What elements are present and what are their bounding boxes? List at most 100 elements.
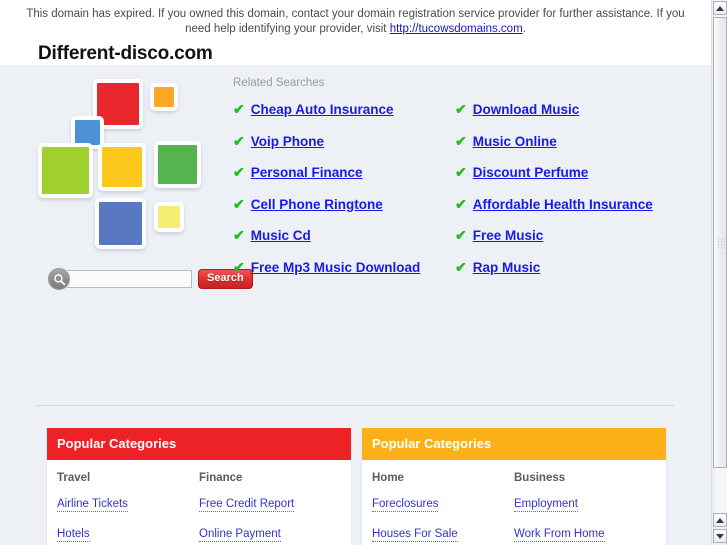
- main-content-area: Search Related Searches ✔ Cheap Auto Insu…: [0, 65, 711, 545]
- related-searches-heading: Related Searches: [233, 77, 325, 89]
- check-icon: ✔: [233, 258, 245, 275]
- logo-tile: [38, 143, 93, 198]
- category-link-row: Foreclosures: [372, 494, 514, 524]
- logo-tile: [95, 198, 146, 249]
- category-column: TravelAirline TicketsHotelsCar RentalFli…: [57, 472, 199, 545]
- category-link[interactable]: Houses For Sale: [372, 528, 458, 542]
- related-search-item: ✔ Music Cd: [233, 228, 455, 243]
- category-link[interactable]: Employment: [514, 498, 578, 512]
- category-link-row: Houses For Sale: [372, 524, 514, 545]
- panel-heading: Popular Categories: [47, 428, 351, 460]
- category-column: BusinessEmploymentWork From HomeReorder …: [514, 472, 656, 545]
- scroll-up-button-bottom[interactable]: [713, 513, 727, 527]
- related-search-link[interactable]: Music Cd: [251, 228, 311, 243]
- logo-tile: [154, 141, 201, 188]
- related-search-link[interactable]: Personal Finance: [251, 165, 363, 180]
- related-search-item: ✔ Free Mp3 Music Download: [233, 260, 455, 275]
- check-icon: ✔: [233, 164, 245, 180]
- search-form: Search: [48, 268, 253, 290]
- category-link-row: Work From Home: [514, 524, 656, 545]
- related-search-link[interactable]: Affordable Health Insurance: [473, 197, 653, 212]
- logo-tile: [150, 83, 178, 111]
- section-divider: [37, 405, 674, 406]
- triangle-up-icon: [716, 5, 724, 11]
- related-search-link[interactable]: Free Mp3 Music Download: [251, 260, 421, 275]
- expiry-notice-band: This domain has expired. If you owned th…: [0, 0, 711, 65]
- related-search-link[interactable]: Free Music: [473, 228, 544, 243]
- category-link-row: Airline Tickets: [57, 494, 199, 524]
- related-search-item: ✔ Discount Perfume: [455, 165, 685, 180]
- popular-categories-panels: Popular Categories Travel Airline Tickets H…: [47, 428, 666, 545]
- related-searches-column: ✔ Cheap Auto Insurance ✔ Voip Phone ✔ Persona…: [233, 102, 455, 291]
- panel-heading: Popular Categories: [362, 428, 666, 460]
- related-search-link[interactable]: Discount Perfume: [473, 165, 589, 180]
- category-link-row: Hotels: [57, 524, 199, 545]
- check-icon: ✔: [233, 227, 245, 243]
- vertical-scrollbar[interactable]: [711, 0, 727, 545]
- check-icon: ✔: [455, 132, 467, 149]
- category-title: Home: [372, 472, 404, 484]
- colored-tiles-logo: [38, 75, 223, 265]
- related-search-link[interactable]: Music Online: [473, 134, 557, 149]
- check-icon: ✔: [455, 258, 467, 275]
- related-search-link[interactable]: Voip Phone: [251, 134, 324, 149]
- related-search-item: ✔ Affordable Health Insurance: [455, 197, 685, 212]
- check-icon: ✔: [455, 101, 467, 117]
- related-searches-columns: ✔ Cheap Auto Insurance ✔ Voip Phone ✔ Persona…: [233, 102, 701, 291]
- check-icon: ✔: [233, 101, 245, 117]
- triangle-down-icon: [716, 533, 724, 539]
- check-icon: ✔: [233, 132, 245, 149]
- related-search-item: ✔ Download Music: [455, 102, 685, 117]
- expiry-notice-text-before: This domain has expired. If you owned th…: [26, 8, 685, 35]
- check-icon: ✔: [455, 164, 467, 180]
- magnifier-icon[interactable]: [48, 268, 70, 290]
- expiry-notice-text-after: .: [522, 23, 526, 35]
- page-title: Different-disco.com: [38, 43, 213, 64]
- category-link-row: Online Payment: [199, 524, 341, 545]
- triangle-up-icon: [716, 517, 724, 523]
- category-link[interactable]: Online Payment: [199, 528, 281, 542]
- page-root: This domain has expired. If you owned th…: [0, 0, 711, 545]
- category-title: Travel: [57, 472, 91, 484]
- category-link[interactable]: Free Credit Report: [199, 498, 295, 512]
- scrollbar-grip-icon: [717, 237, 725, 248]
- related-searches-section: Related Searches ✔ Cheap Auto Insurance ✔ V…: [233, 77, 701, 291]
- panel-body: HomeForeclosuresHouses For SaleMortgageP…: [362, 460, 666, 545]
- related-search-link[interactable]: Cell Phone Ringtone: [251, 197, 383, 212]
- related-search-link[interactable]: Download Music: [473, 102, 580, 117]
- related-search-item: ✔ Voip Phone: [233, 134, 455, 149]
- panel-body: TravelAirline TicketsHotelsCar RentalFli…: [47, 460, 351, 545]
- category-link[interactable]: Work From Home: [514, 528, 605, 542]
- category-link[interactable]: Airline Tickets: [57, 498, 128, 512]
- category-title: Business: [514, 472, 566, 484]
- tucowsdomains-link[interactable]: http://tucowsdomains.com: [390, 23, 523, 35]
- category-link[interactable]: Foreclosures: [372, 498, 439, 512]
- scroll-up-button-top[interactable]: [713, 1, 727, 15]
- related-search-link[interactable]: Cheap Auto Insurance: [251, 102, 394, 117]
- category-link-row: Free Credit Report: [199, 494, 341, 524]
- search-input[interactable]: [67, 270, 192, 288]
- popular-categories-panel: Popular Categories Travel Airline Tickets H…: [47, 428, 351, 545]
- check-icon: ✔: [455, 227, 467, 243]
- related-search-item: ✔ Personal Finance: [233, 165, 455, 180]
- logo-tile: [98, 143, 146, 191]
- category-column: HomeForeclosuresHouses For SaleMortgageP…: [372, 472, 514, 545]
- popular-categories-panel: Popular Categories Home Foreclosures Houses…: [362, 428, 666, 545]
- category-column: FinanceFree Credit ReportOnline PaymentC…: [199, 472, 341, 545]
- category-link-row: Employment: [514, 494, 656, 524]
- related-search-link[interactable]: Rap Music: [473, 260, 541, 275]
- related-search-item: ✔ Free Music: [455, 228, 685, 243]
- check-icon: ✔: [233, 195, 245, 212]
- related-search-item: ✔ Cell Phone Ringtone: [233, 197, 455, 212]
- category-title: Finance: [199, 472, 243, 484]
- scrollbar-thumb[interactable]: [713, 17, 727, 468]
- check-icon: ✔: [455, 195, 467, 212]
- related-search-item: ✔ Rap Music: [455, 260, 685, 275]
- category-link[interactable]: Hotels: [57, 528, 90, 542]
- related-searches-column: ✔ Download Music ✔ Music Online ✔ Discount Pe…: [455, 102, 685, 291]
- scroll-down-button[interactable]: [713, 529, 727, 543]
- expiry-notice-text: This domain has expired. If you owned th…: [22, 7, 689, 37]
- related-search-item: ✔ Music Online: [455, 134, 685, 149]
- logo-tile: [154, 202, 184, 232]
- related-search-item: ✔ Cheap Auto Insurance: [233, 102, 455, 117]
